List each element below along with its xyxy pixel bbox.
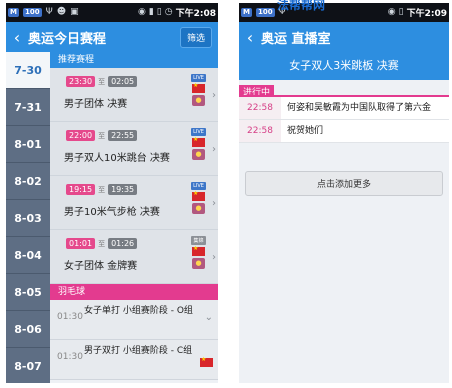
shield-icon: M (241, 8, 252, 17)
date-item[interactable]: 8-04 (6, 237, 50, 274)
android-icon: ☻ (56, 7, 67, 17)
top-bar: ‹ 奥运 直播室 (239, 22, 449, 52)
commentary-feed: 22:58 何姿和吴敏霞为中国队取得了第六金 22:58 祝贺她们 (239, 97, 449, 143)
back-arrow-icon[interactable]: ‹ (239, 28, 261, 47)
event-time: 01:30 (57, 312, 83, 322)
back-arrow-icon[interactable]: ‹ (6, 28, 28, 47)
medal-icon: ● (192, 149, 205, 160)
time-separator: 至 (98, 239, 106, 248)
live-badge: LIVE (191, 74, 206, 82)
date-item[interactable]: 8-07 (6, 348, 50, 383)
event-row[interactable]: 01:30 男子双打 小组赛阶段 - C组 (50, 340, 218, 380)
signal-icon: ▮ (148, 7, 154, 17)
alarm-icon: ◷ (164, 7, 173, 17)
schedule-screen: M 100 Ψ ☻ ▣ ◉ ▮ ▯ ◷ 下午2:08 ‹ 奥运今日赛程 筛选 7… (6, 3, 218, 383)
feed-item: 22:58 何姿和吴敏霞为中国队取得了第六金 (239, 97, 449, 120)
date-item[interactable]: 8-03 (6, 200, 50, 237)
event-row[interactable]: 01:30 女子单打 小组赛阶段 - O组 ⌄ (50, 300, 218, 340)
start-time: 01:01 (66, 238, 96, 249)
date-item[interactable]: 8-02 (6, 163, 50, 200)
medal-icon: ● (192, 95, 205, 106)
chevron-right-icon: › (212, 252, 216, 263)
section-header-recommended: 推荐赛程 (50, 52, 218, 68)
wifi-icon: ◉ (137, 7, 146, 17)
live-badge: LIVE (191, 128, 206, 136)
load-more-button[interactable]: 点击添加更多 (245, 171, 443, 196)
watermark: 法帮帮网 (277, 0, 326, 12)
end-time: 02:05 (108, 76, 138, 87)
event-name: 女子团体 金牌赛 (64, 261, 138, 272)
time-separator: 至 (98, 77, 106, 86)
date-item[interactable]: 8-01 (6, 126, 50, 163)
event-row[interactable]: 22:00 至 22:55 男子双人10米跳台 决赛 LIVE ● › (50, 122, 218, 176)
feed-time: 22:58 (239, 120, 281, 142)
date-sidebar: 7-30 7-31 8-01 8-02 8-03 8-04 8-05 8-06 … (6, 52, 50, 383)
page-title: 奥运今日赛程 (28, 31, 107, 47)
start-time: 23:30 (66, 76, 96, 87)
event-name: 男子10米气步枪 决赛 (64, 207, 160, 218)
status-bar: M 100 Ψ ☻ ▣ ◉ ▮ ▯ ◷ 下午2:08 (6, 3, 218, 22)
event-time: 01:30 (57, 352, 83, 362)
china-flag-icon (200, 356, 213, 367)
usb-icon: Ψ (45, 7, 53, 17)
date-item[interactable]: 8-05 (6, 274, 50, 311)
highlights-badge: 集锦 (191, 236, 206, 245)
event-row[interactable]: 19:15 至 19:35 男子10米气步枪 决赛 LIVE ● › (50, 176, 218, 230)
event-title: 女子双人3米跳板 决赛 (239, 52, 449, 80)
chevron-right-icon: › (212, 90, 216, 101)
clock-time: 下午2:09 (406, 9, 447, 19)
time-separator: 至 (98, 131, 106, 140)
china-flag-icon (192, 82, 205, 93)
end-time: 19:35 (108, 184, 138, 195)
battery-icon: ▯ (156, 7, 162, 17)
start-time: 22:00 (66, 130, 96, 141)
section-header-badminton: 羽毛球 (50, 284, 218, 300)
end-time: 01:26 (108, 238, 138, 249)
status-bar: M 100 Ψ ◉ ▯ 下午2:09 (239, 3, 449, 22)
chevron-right-icon: › (212, 198, 216, 209)
event-name: 男子团体 决赛 (64, 99, 128, 110)
event-name: 女子单打 小组赛阶段 - O组 (84, 306, 193, 316)
chevron-right-icon: › (212, 144, 216, 155)
china-flag-icon (192, 190, 205, 201)
date-item[interactable]: 7-31 (6, 89, 50, 126)
live-badge: LIVE (191, 182, 206, 190)
china-flag-icon (192, 245, 205, 256)
feed-text: 何姿和吴敏霞为中国队取得了第六金 (287, 103, 432, 113)
page-title: 奥运 直播室 (261, 31, 331, 47)
live-status-bar: 进行中 (239, 80, 449, 102)
time-separator: 至 (98, 185, 106, 194)
live-room-screen: M 100 Ψ ◉ ▯ 下午2:09 ‹ 奥运 直播室 女子双人3米跳板 决赛 … (239, 3, 449, 383)
feed-text: 祝贺她们 (287, 126, 324, 136)
filter-button[interactable]: 筛选 (179, 26, 212, 48)
feed-time: 22:58 (239, 97, 281, 119)
feed-item: 22:58 祝贺她们 (239, 120, 449, 143)
end-time: 22:55 (108, 130, 138, 141)
event-row[interactable]: 23:30 至 02:05 男子团体 决赛 LIVE ● › (50, 68, 218, 122)
top-bar: ‹ 奥运今日赛程 筛选 (6, 22, 218, 52)
image-icon: ▣ (70, 7, 79, 17)
battery-badge: 100 (255, 8, 275, 17)
start-time: 19:15 (66, 184, 96, 195)
clock-time: 下午2:08 (175, 9, 216, 19)
date-item[interactable]: 8-06 (6, 311, 50, 348)
medal-icon: ● (192, 203, 205, 214)
event-name: 男子双人10米跳台 决赛 (64, 153, 170, 164)
event-row[interactable]: 01:01 至 01:26 女子团体 金牌赛 集锦 ● › (50, 230, 218, 284)
shield-icon: M (8, 8, 19, 17)
wifi-icon: ◉ (387, 7, 396, 17)
medal-icon: ● (192, 258, 205, 269)
event-list: 推荐赛程 23:30 至 02:05 男子团体 决赛 LIVE ● › 22:0… (50, 52, 218, 383)
battery-badge: 100 (22, 8, 42, 17)
chevron-down-icon[interactable]: ⌄ (205, 312, 213, 323)
date-item[interactable]: 7-30 (6, 52, 50, 89)
event-name: 男子双打 小组赛阶段 - C组 (84, 346, 193, 356)
battery-icon: ▯ (398, 7, 404, 17)
china-flag-icon (192, 136, 205, 147)
